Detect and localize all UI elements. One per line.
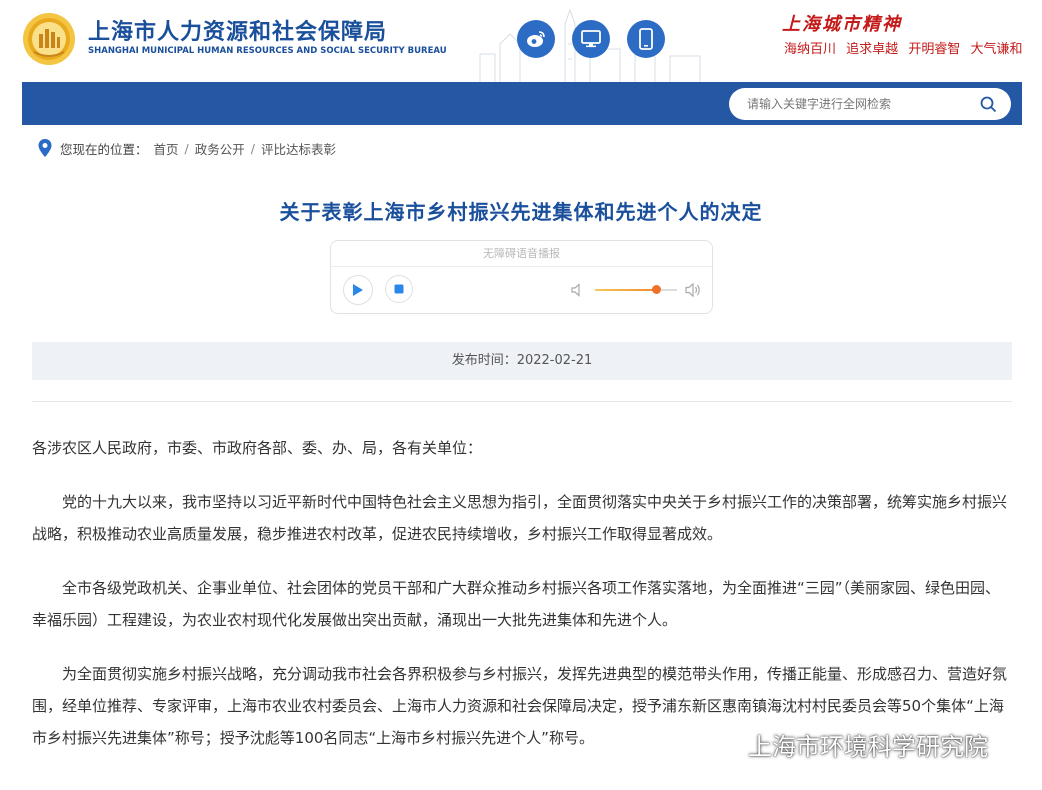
- weibo-button[interactable]: [517, 20, 555, 58]
- weibo-icon: [527, 31, 545, 47]
- article-salutation: 各涉农区人民政府，市委、市政府各部、委、办、局，各有关单位：: [32, 439, 483, 457]
- stop-icon: [394, 284, 404, 294]
- wechat-watermark: 上海市环境科学研究院: [700, 726, 988, 762]
- article-paragraph: 党的十九大以来，我市坚持以习近平新时代中国特色社会主义思想为指引，全面贯彻落实中…: [32, 493, 1008, 543]
- mobile-icon: [639, 28, 653, 50]
- play-icon: [353, 284, 363, 296]
- bureau-emblem-icon[interactable]: [22, 12, 76, 66]
- breadcrumb-separator: /: [184, 140, 189, 156]
- play-button[interactable]: [343, 275, 373, 305]
- city-spirit-item: 海纳百川: [784, 42, 837, 57]
- watermark-text: 上海市环境科学研究院: [748, 732, 988, 761]
- breadcrumb-gov-affairs-link[interactable]: 政务公开: [195, 139, 245, 158]
- publish-time: 发布时间：2022-02-21: [32, 342, 1012, 380]
- location-pin-icon: [38, 139, 52, 157]
- breadcrumb-awards-link[interactable]: 评比达标表彰: [261, 139, 336, 158]
- desktop-icon: [581, 30, 601, 48]
- divider: [32, 401, 1012, 402]
- breadcrumb: 您现在的位置： 首页 / 政务公开 / 评比达标表彰: [38, 138, 336, 158]
- city-spirit-title: 上海城市精神: [782, 14, 902, 35]
- desktop-button[interactable]: [572, 20, 610, 58]
- site-header: 上海市人力资源和社会保障局 SHANGHAI MUNICIPAL HUMAN R…: [0, 0, 1042, 82]
- search-icon[interactable]: [980, 96, 997, 113]
- search-box: [729, 88, 1011, 120]
- volume-slider-handle[interactable]: [652, 285, 661, 294]
- volume-high-icon[interactable]: [685, 282, 702, 298]
- city-spirit-item: 追求卓越: [846, 42, 899, 57]
- breadcrumb-separator: /: [250, 140, 255, 156]
- stop-button[interactable]: [385, 275, 413, 303]
- city-spirit-items: 海纳百川 追求卓越 开明睿智 大气谦和: [784, 38, 1028, 57]
- search-input[interactable]: [747, 94, 967, 114]
- main-nav-bar: [22, 82, 1022, 125]
- volume-low-icon[interactable]: [571, 283, 585, 297]
- mobile-button[interactable]: [627, 20, 665, 58]
- breadcrumb-home-link[interactable]: 首页: [154, 139, 179, 158]
- article-body: 各涉农区人民政府，市委、市政府各部、委、办、局，各有关单位： 党的十九大以来，我…: [32, 432, 1014, 776]
- city-spirit-item: 大气谦和: [970, 42, 1023, 57]
- city-spirit-item: 开明睿智: [908, 42, 961, 57]
- volume-slider[interactable]: [595, 285, 677, 294]
- org-name-en: SHANGHAI MUNICIPAL HUMAN RESOURCES AND S…: [88, 46, 447, 56]
- org-name-cn[interactable]: 上海市人力资源和社会保障局: [88, 14, 387, 46]
- wechat-icon: [702, 731, 737, 757]
- breadcrumb-label: 您现在的位置：: [60, 141, 148, 157]
- audio-player-label: 无障碍语音播报: [331, 241, 712, 267]
- volume-slider-fill: [595, 289, 657, 291]
- audio-player: 无障碍语音播报: [330, 240, 713, 314]
- article-title: 关于表彰上海市乡村振兴先进集体和先进个人的决定: [279, 200, 763, 224]
- article-paragraph: 全市各级党政机关、企事业单位、社会团体的党员干部和广大群众推动乡村振兴各项工作落…: [32, 579, 1001, 629]
